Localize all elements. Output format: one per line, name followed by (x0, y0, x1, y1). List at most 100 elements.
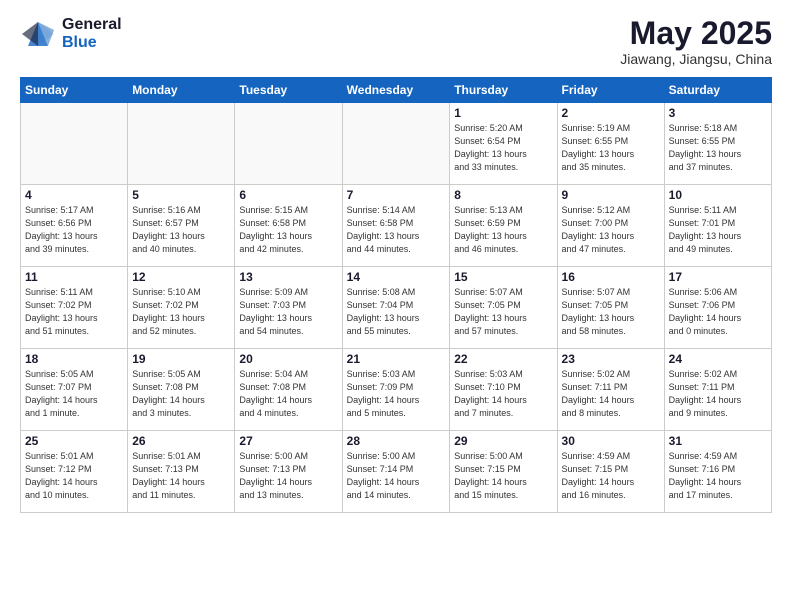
day-info: Sunrise: 5:05 AM Sunset: 7:07 PM Dayligh… (25, 368, 123, 420)
day-info: Sunrise: 5:15 AM Sunset: 6:58 PM Dayligh… (239, 204, 337, 256)
calendar-cell (21, 103, 128, 185)
logo-general: General (62, 16, 122, 34)
day-number: 2 (562, 106, 660, 120)
day-number: 23 (562, 352, 660, 366)
calendar-week-5: 25 Sunrise: 5:01 AM Sunset: 7:12 PM Dayli… (21, 431, 772, 513)
header: General Blue May 2025 Jiawang, Jiangsu, … (20, 16, 772, 67)
calendar-cell: 4 Sunrise: 5:17 AM Sunset: 6:56 PM Daylig… (21, 185, 128, 267)
day-number: 4 (25, 188, 123, 202)
weekday-header-tuesday: Tuesday (235, 78, 342, 103)
day-info: Sunrise: 5:13 AM Sunset: 6:59 PM Dayligh… (454, 204, 552, 256)
day-info: Sunrise: 5:01 AM Sunset: 7:13 PM Dayligh… (132, 450, 230, 502)
calendar-cell: 6Sunrise: 5:15 AM Sunset: 6:58 PM Daylig… (235, 185, 342, 267)
calendar-cell: 14 Sunrise: 5:08 AM Sunset: 7:04 PM Dayli… (342, 267, 450, 349)
day-info: Sunrise: 5:10 AM Sunset: 7:02 PM Dayligh… (132, 286, 230, 338)
calendar-cell: 1 Sunrise: 5:20 AM Sunset: 6:54 PM Daylig… (450, 103, 557, 185)
day-number: 5 (132, 188, 230, 202)
day-number: 1 (454, 106, 552, 120)
calendar-cell: 22 Sunrise: 5:03 AM Sunset: 7:10 PM Dayli… (450, 349, 557, 431)
day-number: 15 (454, 270, 552, 284)
day-info: Sunrise: 5:08 AM Sunset: 7:04 PM Dayligh… (347, 286, 446, 338)
logo: General Blue (20, 16, 122, 51)
calendar-container: General Blue May 2025 Jiawang, Jiangsu, … (0, 0, 792, 612)
day-number: 24 (669, 352, 767, 366)
day-number: 22 (454, 352, 552, 366)
weekday-header-sunday: Sunday (21, 78, 128, 103)
day-info: Sunrise: 5:01 AM Sunset: 7:12 PM Dayligh… (25, 450, 123, 502)
day-info: Sunrise: 5:03 AM Sunset: 7:10 PM Dayligh… (454, 368, 552, 420)
day-info: Sunrise: 5:17 AM Sunset: 6:56 PM Dayligh… (25, 204, 123, 256)
day-number: 10 (669, 188, 767, 202)
day-number: 20 (239, 352, 337, 366)
day-info: Sunrise: 5:00 AM Sunset: 7:15 PM Dayligh… (454, 450, 552, 502)
calendar-cell: 10 Sunrise: 5:11 AM Sunset: 7:01 PM Dayli… (664, 185, 771, 267)
day-number: 29 (454, 434, 552, 448)
day-number: 26 (132, 434, 230, 448)
calendar-cell: 15 Sunrise: 5:07 AM Sunset: 7:05 PM Dayli… (450, 267, 557, 349)
calendar-cell: 18 Sunrise: 5:05 AM Sunset: 7:07 PM Dayli… (21, 349, 128, 431)
day-number: 12 (132, 270, 230, 284)
calendar-cell: 7 Sunrise: 5:14 AM Sunset: 6:58 PM Daylig… (342, 185, 450, 267)
location: Jiawang, Jiangsu, China (620, 51, 772, 67)
day-info: Sunrise: 5:20 AM Sunset: 6:54 PM Dayligh… (454, 122, 552, 174)
calendar-week-1: 1 Sunrise: 5:20 AM Sunset: 6:54 PM Daylig… (21, 103, 772, 185)
calendar-week-4: 18 Sunrise: 5:05 AM Sunset: 7:07 PM Dayli… (21, 349, 772, 431)
calendar-cell (128, 103, 235, 185)
day-number: 7 (347, 188, 446, 202)
calendar-cell: 29 Sunrise: 5:00 AM Sunset: 7:15 PM Dayli… (450, 431, 557, 513)
day-info: Sunrise: 5:02 AM Sunset: 7:11 PM Dayligh… (669, 368, 767, 420)
calendar-week-3: 11 Sunrise: 5:11 AM Sunset: 7:02 PM Dayli… (21, 267, 772, 349)
logo-icon (20, 20, 56, 48)
day-info: Sunrise: 5:04 AM Sunset: 7:08 PM Dayligh… (239, 368, 337, 420)
day-info: Sunrise: 4:59 AM Sunset: 7:16 PM Dayligh… (669, 450, 767, 502)
day-info: Sunrise: 5:11 AM Sunset: 7:02 PM Dayligh… (25, 286, 123, 338)
day-info: Sunrise: 5:07 AM Sunset: 7:05 PM Dayligh… (454, 286, 552, 338)
day-number: 3 (669, 106, 767, 120)
weekday-header-monday: Monday (128, 78, 235, 103)
calendar-cell: 2Sunrise: 5:19 AM Sunset: 6:55 PM Daylig… (557, 103, 664, 185)
day-number: 18 (25, 352, 123, 366)
day-info: Sunrise: 5:12 AM Sunset: 7:00 PM Dayligh… (562, 204, 660, 256)
calendar-body: 1 Sunrise: 5:20 AM Sunset: 6:54 PM Daylig… (21, 103, 772, 513)
day-number: 25 (25, 434, 123, 448)
calendar-cell: 27Sunrise: 5:00 AM Sunset: 7:13 PM Dayli… (235, 431, 342, 513)
calendar-cell: 3Sunrise: 5:18 AM Sunset: 6:55 PM Daylig… (664, 103, 771, 185)
calendar-cell: 21Sunrise: 5:03 AM Sunset: 7:09 PM Dayli… (342, 349, 450, 431)
calendar-cell: 19 Sunrise: 5:05 AM Sunset: 7:08 PM Dayli… (128, 349, 235, 431)
calendar-cell: 12 Sunrise: 5:10 AM Sunset: 7:02 PM Dayli… (128, 267, 235, 349)
day-number: 14 (347, 270, 446, 284)
day-number: 13 (239, 270, 337, 284)
calendar-week-2: 4 Sunrise: 5:17 AM Sunset: 6:56 PM Daylig… (21, 185, 772, 267)
day-number: 11 (25, 270, 123, 284)
calendar-cell: 30 Sunrise: 4:59 AM Sunset: 7:15 PM Dayli… (557, 431, 664, 513)
calendar-header: SundayMondayTuesdayWednesdayThursdayFrid… (21, 78, 772, 103)
day-info: Sunrise: 5:09 AM Sunset: 7:03 PM Dayligh… (239, 286, 337, 338)
calendar-cell: 5 Sunrise: 5:16 AM Sunset: 6:57 PM Daylig… (128, 185, 235, 267)
day-info: Sunrise: 5:14 AM Sunset: 6:58 PM Dayligh… (347, 204, 446, 256)
weekday-header-wednesday: Wednesday (342, 78, 450, 103)
day-number: 30 (562, 434, 660, 448)
calendar-cell: 24 Sunrise: 5:02 AM Sunset: 7:11 PM Dayli… (664, 349, 771, 431)
calendar-cell: 31Sunrise: 4:59 AM Sunset: 7:16 PM Dayli… (664, 431, 771, 513)
logo-blue: Blue (62, 34, 122, 52)
calendar-cell: 13 Sunrise: 5:09 AM Sunset: 7:03 PM Dayli… (235, 267, 342, 349)
day-number: 28 (347, 434, 446, 448)
day-number: 19 (132, 352, 230, 366)
day-info: Sunrise: 5:05 AM Sunset: 7:08 PM Dayligh… (132, 368, 230, 420)
day-info: Sunrise: 5:06 AM Sunset: 7:06 PM Dayligh… (669, 286, 767, 338)
calendar-cell: 26 Sunrise: 5:01 AM Sunset: 7:13 PM Dayli… (128, 431, 235, 513)
calendar-cell: 9Sunrise: 5:12 AM Sunset: 7:00 PM Daylig… (557, 185, 664, 267)
day-info: Sunrise: 5:11 AM Sunset: 7:01 PM Dayligh… (669, 204, 767, 256)
weekday-header-thursday: Thursday (450, 78, 557, 103)
calendar-cell: 20 Sunrise: 5:04 AM Sunset: 7:08 PM Dayli… (235, 349, 342, 431)
calendar-cell: 17Sunrise: 5:06 AM Sunset: 7:06 PM Dayli… (664, 267, 771, 349)
day-info: Sunrise: 5:16 AM Sunset: 6:57 PM Dayligh… (132, 204, 230, 256)
calendar-cell (342, 103, 450, 185)
day-info: Sunrise: 5:02 AM Sunset: 7:11 PM Dayligh… (562, 368, 660, 420)
day-number: 16 (562, 270, 660, 284)
weekday-header-friday: Friday (557, 78, 664, 103)
day-info: Sunrise: 5:00 AM Sunset: 7:14 PM Dayligh… (347, 450, 446, 502)
calendar-cell: 28 Sunrise: 5:00 AM Sunset: 7:14 PM Dayli… (342, 431, 450, 513)
day-info: Sunrise: 4:59 AM Sunset: 7:15 PM Dayligh… (562, 450, 660, 502)
day-number: 21 (347, 352, 446, 366)
